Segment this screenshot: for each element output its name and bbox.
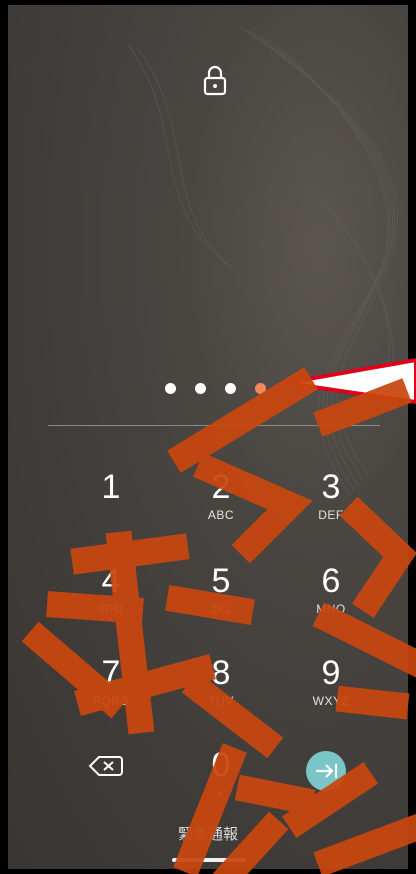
device-frame: 1 2 ABC 3 DEF 4 GHI 5 JKL 6 MNO 7 PQRS 8 TUV 9 WXYZ 0 + 緊急… [0, 0, 416, 874]
home-indicator[interactable] [172, 858, 246, 862]
key-number: 0 [211, 746, 231, 784]
key-0[interactable]: 0 + [166, 745, 276, 825]
pin-dot [165, 383, 176, 394]
pin-dot [225, 383, 236, 394]
key-number: 8 [211, 654, 231, 692]
key-letters: ABC [207, 508, 235, 522]
key-1[interactable]: 1 [56, 467, 166, 547]
key-letters: DEF [318, 508, 344, 522]
key-2[interactable]: 2 ABC [166, 467, 276, 547]
wallpaper-swirl [127, 24, 399, 496]
key-number: 4 [101, 562, 121, 600]
key-letters: TUV [208, 694, 234, 708]
key-number: 5 [211, 562, 231, 600]
key-4[interactable]: 4 GHI [56, 561, 166, 641]
backspace-icon[interactable] [86, 751, 126, 781]
emergency-call-button[interactable]: 緊急通報 [8, 823, 408, 844]
pin-dot [195, 383, 206, 394]
key-letters: + [217, 786, 225, 800]
key-number: 2 [211, 468, 231, 506]
key-7[interactable]: 7 PQRS [56, 653, 166, 733]
pin-underline [48, 425, 380, 426]
key-number: 1 [101, 468, 121, 506]
padlock-icon [203, 65, 227, 96]
key-number: 7 [101, 654, 121, 692]
key-9[interactable]: 9 WXYZ [276, 653, 386, 733]
key-letters: WXYZ [312, 694, 350, 708]
key-number: 6 [321, 562, 341, 600]
key-number: 9 [321, 654, 341, 692]
key-3[interactable]: 3 DEF [276, 467, 386, 547]
key-letters: JKL [209, 602, 233, 616]
key-letters: GHI [99, 602, 123, 616]
key-6[interactable]: 6 MNO [276, 561, 386, 641]
key-5[interactable]: 5 JKL [166, 561, 276, 641]
enter-button[interactable] [306, 751, 346, 791]
key-letters: MNO [316, 602, 346, 616]
pin-dot-active [255, 383, 266, 394]
key-letters: PQRS [92, 694, 129, 708]
key-number: 3 [321, 468, 341, 506]
lock-screen: 1 2 ABC 3 DEF 4 GHI 5 JKL 6 MNO 7 PQRS 8 TUV 9 WXYZ 0 + 緊急… [8, 5, 408, 869]
pin-dots [8, 377, 408, 401]
enter-arrow-icon [316, 764, 338, 778]
key-8[interactable]: 8 TUV [166, 653, 276, 733]
